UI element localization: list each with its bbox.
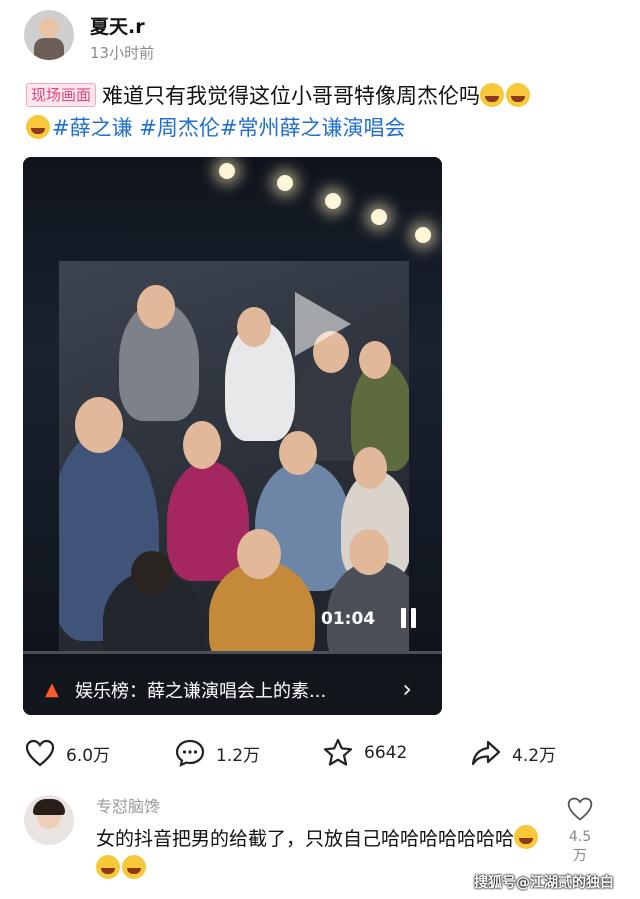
- share-count: 4.2万: [512, 745, 557, 766]
- stage-light: [277, 175, 293, 191]
- fire-icon: ▲: [45, 679, 59, 700]
- audience-head: [131, 551, 173, 595]
- post-action-bar: 6.0万 1.2万 6642 4.2万: [0, 735, 640, 771]
- comment-body: 女的抖音把男的给截了，只放自己哈哈哈哈哈哈哈: [96, 828, 515, 850]
- poster-avatar[interactable]: [24, 10, 74, 60]
- commenter-username[interactable]: 专怼脑馋: [96, 793, 160, 817]
- stage-light: [219, 163, 235, 179]
- video-player[interactable]: 01:04 ▲ 娱乐榜：薛之谦演唱会上的素... ›: [23, 157, 442, 715]
- comment-like-button[interactable]: 4.5万: [562, 795, 598, 865]
- share-button[interactable]: 4.2万: [470, 735, 556, 771]
- laughing-emoji-icon: [506, 83, 531, 107]
- audience-head: [137, 285, 175, 329]
- audience-member: [167, 461, 249, 581]
- video-timestamp: 01:04: [321, 609, 376, 629]
- favorite-count: 6642: [364, 743, 408, 763]
- poster-username[interactable]: 夏天.r: [90, 12, 145, 39]
- hashtag-jay-chou[interactable]: #周杰伦: [139, 116, 220, 140]
- post-timestamp: 13小时前: [90, 44, 155, 62]
- like-button[interactable]: 6.0万: [24, 735, 110, 771]
- laughing-emoji-icon: [514, 825, 539, 849]
- live-footage-tag[interactable]: 现场画面: [26, 83, 97, 107]
- comment-count: 1.2万: [216, 745, 261, 766]
- avatar-face: [39, 18, 59, 38]
- audience-head: [349, 529, 389, 575]
- post-body: 现场画面 难道只有我觉得这位小哥哥特像周杰伦吗 #薛之谦 #周杰伦#常州薛之谦演唱…: [26, 80, 626, 144]
- laughing-emoji-icon: [122, 855, 146, 879]
- audience-head: [359, 341, 391, 379]
- pause-icon[interactable]: [401, 608, 417, 628]
- stage-light: [325, 193, 341, 209]
- commenter-avatar[interactable]: [24, 795, 74, 845]
- audience-head: [237, 307, 271, 347]
- stage-light: [371, 209, 387, 225]
- audience-head: [183, 421, 221, 469]
- heart-icon: [567, 797, 593, 821]
- audience-screen-image: [59, 261, 409, 651]
- audience-head: [353, 447, 387, 489]
- laughing-emoji-icon: [480, 83, 505, 107]
- favorite-button[interactable]: 6642: [322, 735, 407, 771]
- comment-icon: [175, 739, 205, 767]
- comment-like-count: 4.5万: [568, 829, 592, 864]
- chevron-right-icon[interactable]: ›: [402, 677, 412, 701]
- star-icon: [323, 738, 353, 766]
- heart-icon: [25, 739, 55, 767]
- stage-light: [415, 227, 431, 243]
- hashtag-xue-zhiqian[interactable]: #薛之谦: [52, 116, 133, 140]
- comment-button[interactable]: 1.2万: [174, 735, 260, 771]
- like-count: 6.0万: [66, 745, 111, 766]
- watermark: 搜狐号@江湖贰的独白: [474, 875, 614, 891]
- entertainment-ranking-bar[interactable]: ▲ 娱乐榜：薛之谦演唱会上的素... ›: [23, 665, 442, 715]
- share-icon: [471, 740, 501, 766]
- post-text: 难道只有我觉得这位小哥哥特像周杰伦吗: [102, 84, 481, 108]
- avatar-hair: [33, 799, 65, 815]
- audience-head: [75, 397, 123, 453]
- video-progress-bar[interactable]: [23, 651, 442, 654]
- audience-head: [237, 529, 281, 579]
- laughing-emoji-icon: [26, 115, 50, 139]
- audience-head: [279, 431, 317, 475]
- play-icon: [295, 292, 351, 356]
- laughing-emoji-icon: [96, 855, 120, 879]
- entertainment-ranking-text: 娱乐榜：薛之谦演唱会上的素...: [75, 681, 327, 702]
- hashtag-changzhou-concert[interactable]: #常州薛之谦演唱会: [220, 116, 406, 140]
- avatar-body: [34, 38, 64, 60]
